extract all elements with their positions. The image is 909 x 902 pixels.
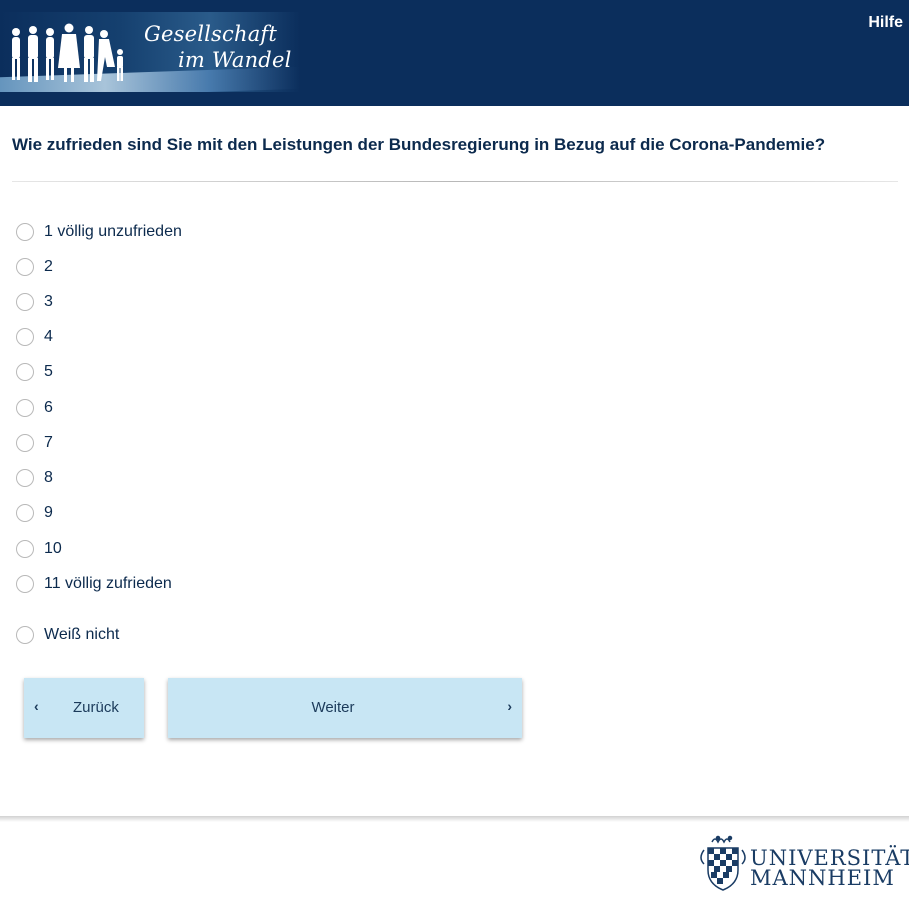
back-button[interactable]: ‹ Zurück [24,678,144,738]
gesellschaft-im-wandel-logo: Gesellschaft im Wandel [0,12,300,92]
option-label: 8 [44,469,53,486]
option-label: 6 [44,399,53,416]
radio-button[interactable] [16,293,34,311]
option-label: 9 [44,504,53,521]
radio-button[interactable] [16,504,34,522]
radio-button[interactable] [16,363,34,381]
question-divider [12,181,898,182]
people-silhouettes-icon [12,23,123,82]
radio-button[interactable] [16,469,34,487]
option-11[interactable]: 11 völlig zufrieden [16,572,172,596]
next-button[interactable]: Weiter › [168,678,522,738]
chevron-right-icon: › [507,698,512,714]
next-button-label: Weiter [311,699,355,716]
back-button-label: Zurück [73,699,119,716]
option-1[interactable]: 1 völlig unzufrieden [16,220,182,244]
question-text: Wie zufrieden sind Sie mit den Leistunge… [12,135,826,154]
option-label: 10 [44,540,62,557]
option-10[interactable]: 10 [16,537,62,561]
logo-title-line1: Gesellschaft [144,22,278,46]
option-2[interactable]: 2 [16,255,53,279]
university-mannheim-logo: UNIVERSITÄT MANNHEIM [698,834,909,892]
university-name-line2: MANNHEIM [750,866,895,890]
help-link[interactable]: Hilfe [868,14,903,32]
option-9[interactable]: 9 [16,501,53,525]
option-label: Weiß nicht [44,626,120,643]
option-5[interactable]: 5 [16,360,53,384]
radio-button[interactable] [16,223,34,241]
radio-button[interactable] [16,328,34,346]
page-header: Gesellschaft im Wandel Hilfe [0,0,909,106]
radio-button[interactable] [16,258,34,276]
option-8[interactable]: 8 [16,466,53,490]
radio-button[interactable] [16,575,34,593]
option-4[interactable]: 4 [16,325,53,349]
option-dont-know[interactable]: Weiß nicht [16,623,119,647]
radio-button[interactable] [16,626,34,644]
option-label: 7 [44,434,53,451]
option-6[interactable]: 6 [16,396,53,420]
option-3[interactable]: 3 [16,290,53,314]
option-label: 4 [44,328,53,345]
radio-button[interactable] [16,399,34,417]
option-label: 2 [44,258,53,275]
option-7[interactable]: 7 [16,431,53,455]
university-crest-icon [700,835,746,891]
option-label: 11 völlig zufrieden [44,575,172,592]
logo-title-line2: im Wandel [178,48,292,72]
radio-button[interactable] [16,540,34,558]
chevron-left-icon: ‹ [34,698,39,714]
option-label: 1 völlig unzufrieden [44,223,182,240]
option-label: 3 [44,293,53,310]
radio-button[interactable] [16,434,34,452]
footer-divider [0,816,909,822]
option-label: 5 [44,363,53,380]
